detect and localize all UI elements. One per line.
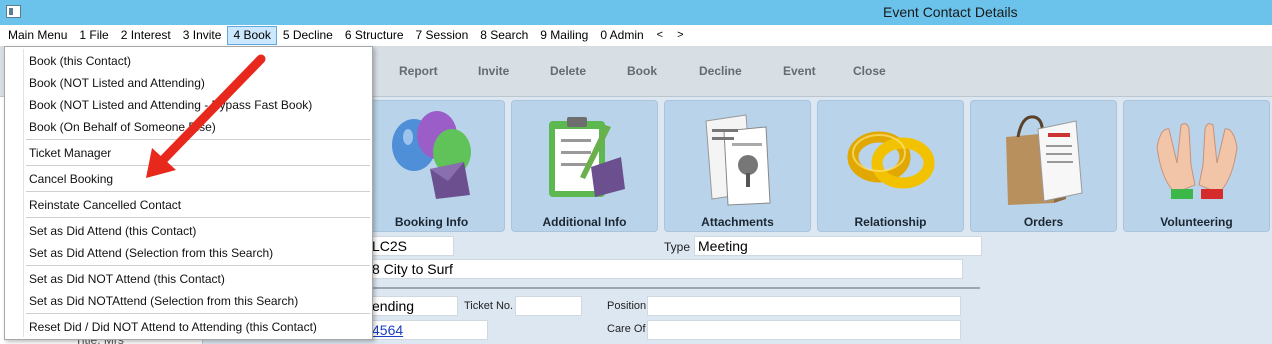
annotation-arrow-icon [146, 54, 266, 178]
